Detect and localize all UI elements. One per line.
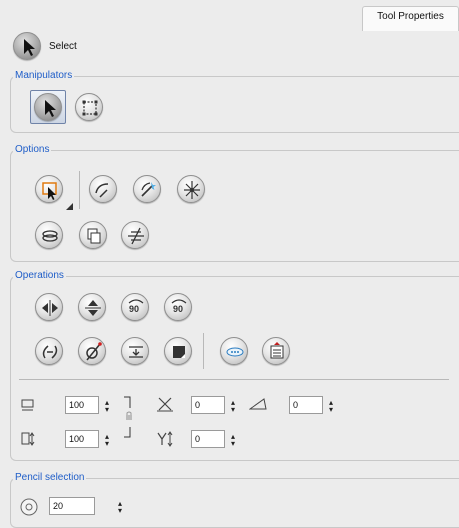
reset-slash-icon xyxy=(86,342,102,361)
manipulators-title: Manipulators xyxy=(13,69,75,83)
merge-down-icon xyxy=(129,346,143,358)
layers-icon xyxy=(42,230,58,242)
options-title: Options xyxy=(13,143,52,157)
select-manipulator-button[interactable] xyxy=(30,90,66,124)
tab-tool-properties[interactable]: Tool Properties xyxy=(362,6,459,31)
operations-divider xyxy=(203,333,204,369)
pencil-selection-title: Pencil selection xyxy=(13,471,87,485)
dropdown-corner-icon[interactable] xyxy=(66,203,73,210)
y-offset-field[interactable]: 0 xyxy=(191,430,225,448)
pencil-size-field[interactable]: 20 xyxy=(49,497,95,515)
transform-manipulator-button[interactable] xyxy=(75,93,103,121)
bounding-box-icon xyxy=(82,100,98,116)
select-frame-option-button[interactable] xyxy=(35,175,63,203)
timeline-icon xyxy=(270,342,284,359)
flatten-icon xyxy=(128,227,144,245)
x-offset-icon xyxy=(157,397,173,412)
lasso-option-button[interactable] xyxy=(89,175,117,203)
tool-name-label: Select xyxy=(49,40,77,52)
tab-bar: Tool Properties xyxy=(0,0,459,31)
flip-horizontal-button[interactable] xyxy=(35,293,63,321)
x-offset-field[interactable]: 0 xyxy=(191,396,225,414)
tool-header: Select xyxy=(13,32,77,60)
copy-pages-icon xyxy=(87,228,101,244)
select-tool-icon xyxy=(13,32,41,60)
pencil-selection-section: Pencil selection 20 ▴ ▾ xyxy=(10,471,459,528)
angle-icon xyxy=(249,398,267,410)
pencil-size-icon xyxy=(20,498,38,516)
lasso-icon xyxy=(95,183,109,198)
magic-wand-option-button[interactable] xyxy=(133,175,161,203)
layers-option-button[interactable] xyxy=(35,221,63,249)
flatten-button[interactable] xyxy=(35,337,63,365)
width-icon xyxy=(21,399,34,411)
fill-button[interactable] xyxy=(164,337,192,365)
rotate-ccw-button[interactable]: 90 xyxy=(164,293,192,321)
height-field[interactable]: 100 xyxy=(65,430,99,448)
options-divider xyxy=(79,171,80,209)
flip-vertical-icon xyxy=(85,300,101,316)
contour-option-button[interactable] xyxy=(177,175,205,203)
options-section: Options xyxy=(10,143,459,262)
clone-option-button[interactable] xyxy=(79,221,107,249)
fill-page-icon xyxy=(173,346,185,358)
pencil-size-spinner[interactable]: ▴ ▾ xyxy=(118,500,126,515)
width-spinner[interactable]: ▴ ▾ xyxy=(105,399,113,414)
operations-title: Operations xyxy=(13,269,66,283)
x-offset-spinner[interactable]: ▴ ▾ xyxy=(231,399,239,414)
reset-button[interactable] xyxy=(78,337,106,365)
wand-icon xyxy=(141,182,156,197)
operations-separator xyxy=(19,379,449,380)
width-field[interactable]: 100 xyxy=(65,396,99,414)
distribute-button[interactable] xyxy=(220,337,248,365)
operations-section: Operations 90 90 100 ▴ ▾ 0 ▴ ▾ 0 ▴ ▾ 100 ▴ ▾… xyxy=(10,269,459,461)
svg-text:90: 90 xyxy=(129,304,139,314)
angle-field[interactable]: 0 xyxy=(289,396,323,414)
y-offset-spinner[interactable]: ▴ ▾ xyxy=(231,433,239,448)
sticky-option-button[interactable] xyxy=(121,221,149,249)
merge-button[interactable] xyxy=(121,337,149,365)
distribute-icon xyxy=(226,347,244,357)
manipulators-section: Manipulators xyxy=(10,69,459,133)
angle-spinner[interactable]: ▴ ▾ xyxy=(329,399,337,414)
rotate-90-ccw-icon: 90 xyxy=(171,299,187,314)
flip-horizontal-icon xyxy=(42,300,58,316)
flip-vertical-button[interactable] xyxy=(78,293,106,321)
height-icon xyxy=(21,432,35,446)
arrow-cursor-icon xyxy=(34,93,62,121)
rotate-cw-button[interactable]: 90 xyxy=(121,293,149,321)
recenter-icon xyxy=(42,345,58,359)
svg-text:90: 90 xyxy=(173,304,183,314)
lock-ratio-icon[interactable] xyxy=(122,394,136,440)
y-offset-icon xyxy=(157,431,173,447)
timeline-button[interactable] xyxy=(262,337,290,365)
height-spinner[interactable]: ▴ ▾ xyxy=(105,433,113,448)
frame-arrow-icon xyxy=(42,182,57,200)
rotate-90-cw-icon: 90 xyxy=(128,299,144,314)
star-brush-icon xyxy=(184,181,200,199)
